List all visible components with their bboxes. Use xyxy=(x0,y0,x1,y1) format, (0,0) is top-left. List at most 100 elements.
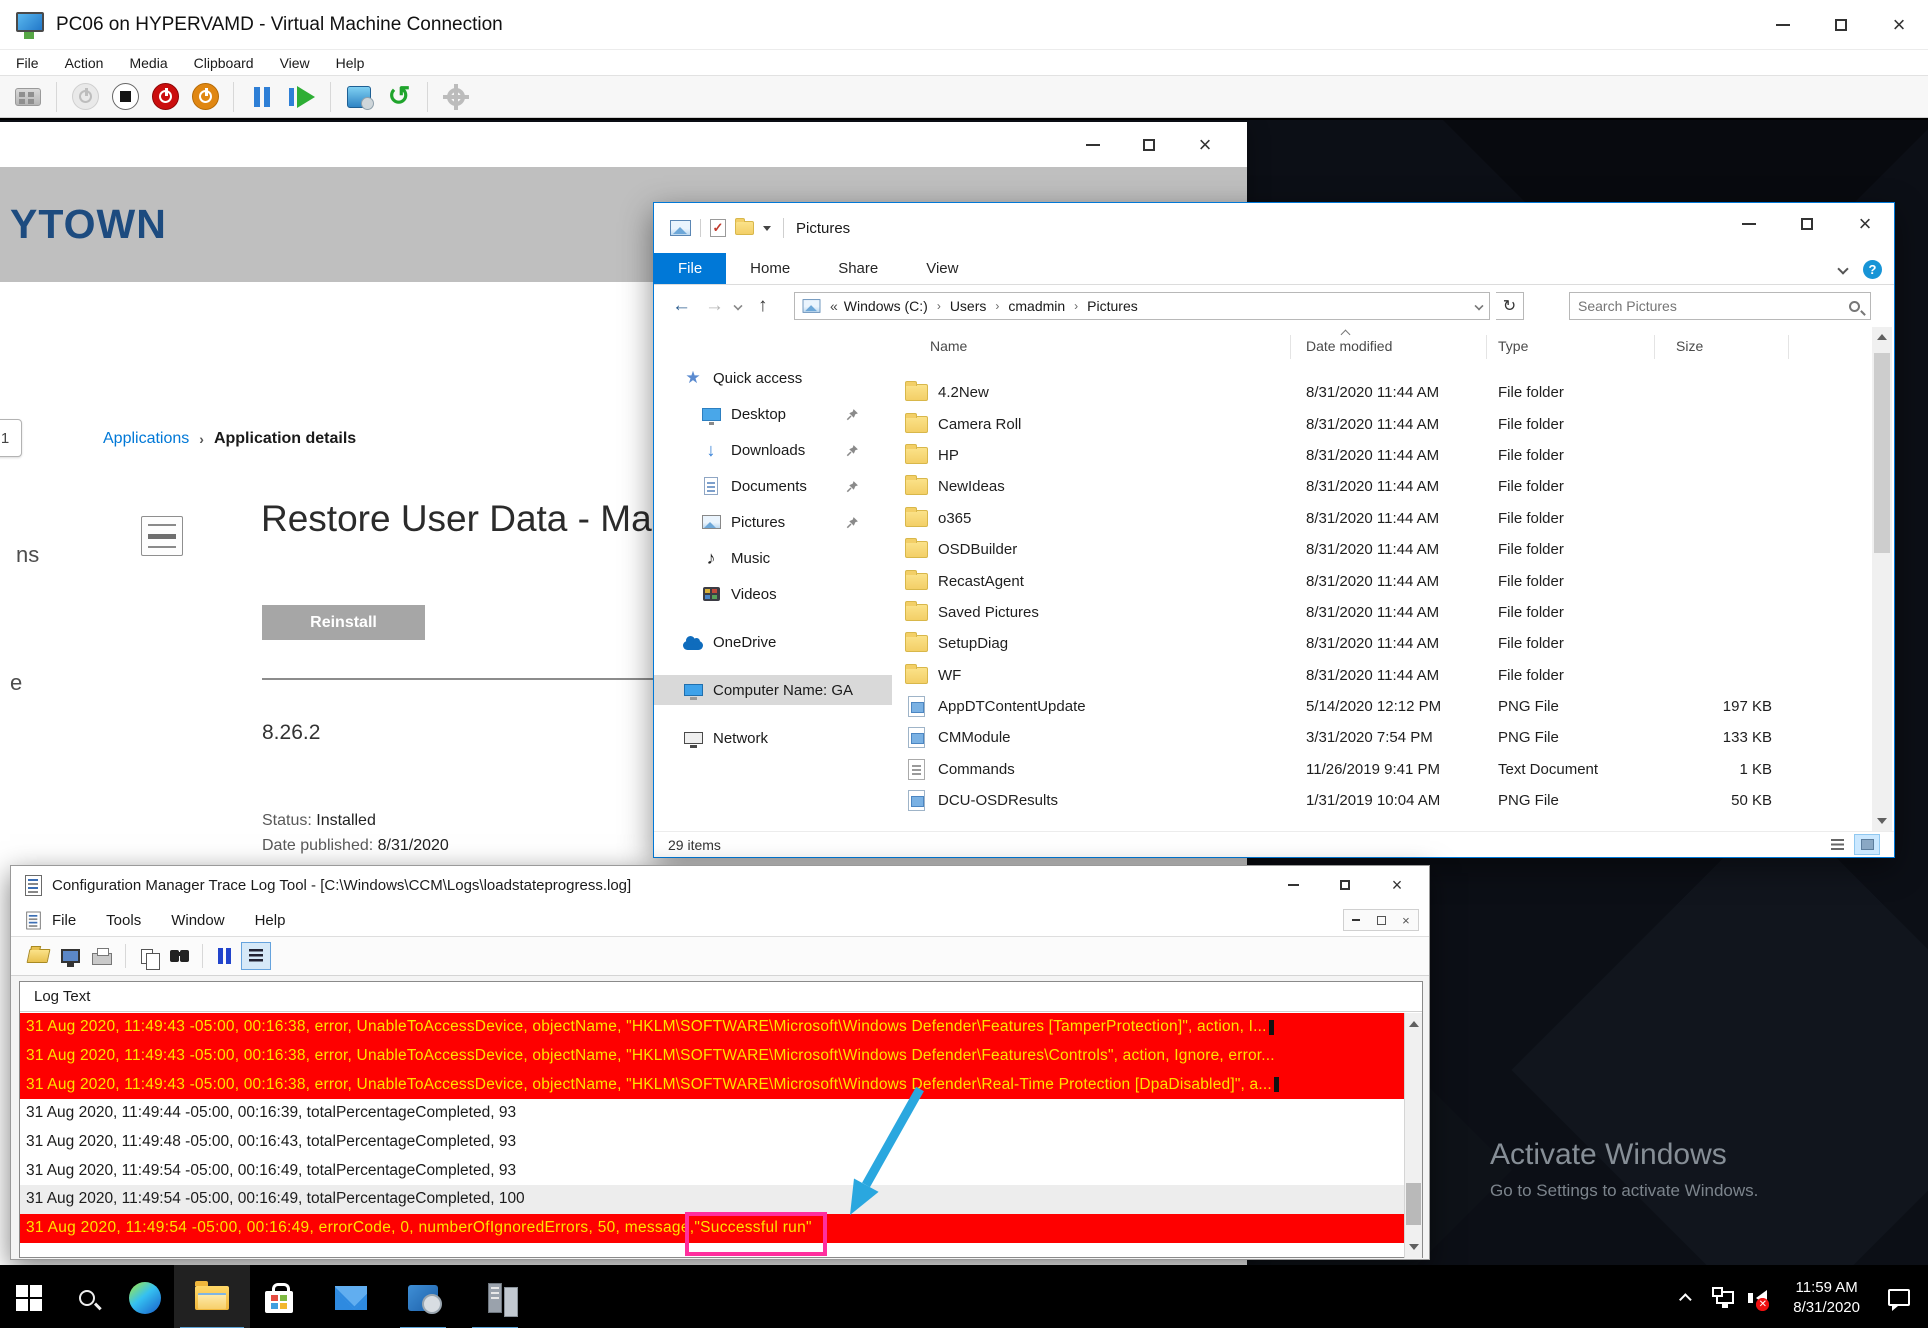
help-icon[interactable]: ? xyxy=(1863,260,1882,279)
shut-down-icon[interactable] xyxy=(188,80,222,114)
scroll-down-icon[interactable] xyxy=(1877,818,1887,824)
vm-maximize-button[interactable] xyxy=(1812,0,1870,50)
log-minimize-button[interactable] xyxy=(1267,866,1319,904)
mdi-window-controls[interactable]: × xyxy=(1343,909,1419,931)
sidebar-item-pictures[interactable]: Pictures xyxy=(654,507,892,537)
sidebar-item-quick-access[interactable]: ★ Quick access xyxy=(654,363,892,393)
open-icon[interactable] xyxy=(23,942,53,970)
search-box[interactable] xyxy=(1569,292,1871,320)
checkpoint-icon[interactable] xyxy=(342,80,376,114)
log-menu-tools[interactable]: Tools xyxy=(106,912,141,929)
taskbar-server-button[interactable] xyxy=(466,1265,524,1328)
file-row[interactable]: Camera Roll8/31/2020 11:44 AMFile folder xyxy=(894,408,1872,439)
log-row[interactable]: 31 Aug 2020, 11:49:54 -05:00, 00:16:49, … xyxy=(20,1156,1404,1185)
ctrl-alt-del-icon[interactable] xyxy=(11,80,45,114)
file-row[interactable]: WF8/31/2020 11:44 AMFile folder xyxy=(894,660,1872,691)
find-icon[interactable] xyxy=(164,942,194,970)
sidebar-item-music[interactable]: ♪ Music xyxy=(654,543,892,573)
crumb-pictures[interactable]: Pictures xyxy=(1087,298,1138,314)
list-view-button[interactable] xyxy=(1824,834,1850,855)
sidebar-item-onedrive[interactable]: OneDrive xyxy=(654,627,892,657)
vm-minimize-button[interactable] xyxy=(1754,0,1812,50)
column-type[interactable]: Type xyxy=(1498,338,1528,354)
pause-icon[interactable] xyxy=(245,80,279,114)
explorer-maximize-button[interactable] xyxy=(1778,203,1836,245)
sidebar-item-network[interactable]: Network xyxy=(654,723,892,753)
tab-share[interactable]: Share xyxy=(814,253,902,284)
file-row[interactable]: AppDTContentUpdate5/14/2020 12:12 PMPNG … xyxy=(894,691,1872,722)
address-bar[interactable]: « Windows (C:) › Users › cmadmin › Pictu… xyxy=(794,292,1490,320)
explorer-minimize-button[interactable] xyxy=(1720,203,1778,245)
log-row-success[interactable]: 31 Aug 2020, 11:49:54 -05:00, 00:16:49, … xyxy=(20,1214,1404,1243)
properties-icon[interactable]: ✓ xyxy=(710,219,726,237)
scrollbar-thumb[interactable] xyxy=(1406,1183,1421,1225)
vm-menu-view[interactable]: View xyxy=(280,55,310,71)
file-row[interactable]: 4.2New8/31/2020 11:44 AMFile folder xyxy=(894,377,1872,408)
taskbar-software-center-button[interactable] xyxy=(394,1265,452,1328)
sc-maximize-button[interactable] xyxy=(1121,122,1177,167)
tab-view[interactable]: View xyxy=(902,253,982,284)
up-icon[interactable]: ↑ xyxy=(758,295,768,317)
turn-off-icon[interactable] xyxy=(148,80,182,114)
sc-close-button[interactable]: × xyxy=(1177,122,1233,167)
file-row[interactable]: SetupDiag8/31/2020 11:44 AMFile folder xyxy=(894,628,1872,659)
crumb-cmadmin[interactable]: cmadmin xyxy=(1008,298,1065,314)
log-close-button[interactable]: × xyxy=(1371,866,1423,904)
vm-menu-file[interactable]: File xyxy=(16,55,39,71)
refresh-icon[interactable]: ↻ xyxy=(1496,292,1524,320)
tab-home[interactable]: Home xyxy=(726,253,814,284)
log-row[interactable]: 31 Aug 2020, 11:49:48 -05:00, 00:16:43, … xyxy=(20,1128,1404,1157)
taskbar-clock[interactable]: 11:59 AM 8/31/2020 xyxy=(1793,1278,1860,1318)
scroll-up-icon[interactable] xyxy=(1877,334,1887,340)
crumb-windows-c[interactable]: Windows (C:) xyxy=(844,298,928,314)
vm-menu-media[interactable]: Media xyxy=(129,55,167,71)
sidebar-item-desktop[interactable]: Desktop xyxy=(654,399,892,429)
volume-muted-icon[interactable] xyxy=(1756,1290,1767,1306)
log-text-column-header[interactable]: Log Text xyxy=(20,982,1422,1012)
file-row[interactable]: CMModule3/31/2020 7:54 PMPNG File133 KB xyxy=(894,722,1872,753)
taskbar-explorer-button[interactable] xyxy=(174,1265,250,1328)
sidebar-item-documents[interactable]: Documents xyxy=(654,471,892,501)
file-row[interactable]: NewIdeas8/31/2020 11:44 AMFile folder xyxy=(894,471,1872,502)
search-input[interactable] xyxy=(1570,298,1849,314)
column-name[interactable]: Name xyxy=(930,338,967,354)
new-folder-icon[interactable] xyxy=(735,221,754,235)
file-row[interactable]: Commands11/26/2019 9:41 PMText Document1… xyxy=(894,754,1872,785)
taskbar-mail-button[interactable] xyxy=(322,1265,380,1328)
sidebar-item-videos[interactable]: Videos xyxy=(654,579,892,609)
column-size[interactable]: Size xyxy=(1676,338,1703,354)
ribbon-expand-icon[interactable] xyxy=(1837,263,1848,274)
file-row[interactable]: o3658/31/2020 11:44 AMFile folder xyxy=(894,503,1872,534)
log-menu-help[interactable]: Help xyxy=(255,912,286,929)
details-view-button[interactable] xyxy=(1854,834,1880,855)
action-center-icon[interactable] xyxy=(1888,1289,1910,1306)
sc-minimize-button[interactable] xyxy=(1065,122,1121,167)
breadcrumb-applications[interactable]: Applications xyxy=(103,430,189,448)
file-row[interactable]: Saved Pictures8/31/2020 11:44 AMFile fol… xyxy=(894,597,1872,628)
crumb-users[interactable]: Users xyxy=(950,298,987,314)
pause-log-icon[interactable] xyxy=(209,942,239,970)
qat-customize-icon[interactable] xyxy=(763,226,771,231)
tab-file[interactable]: File xyxy=(654,253,726,284)
forward-icon[interactable]: → xyxy=(705,295,724,317)
taskbar-edge-button[interactable] xyxy=(116,1265,174,1328)
log-row-error[interactable]: 31 Aug 2020, 11:49:43 -05:00, 00:16:38, … xyxy=(20,1070,1404,1099)
taskbar-search-button[interactable] xyxy=(58,1265,116,1328)
file-row[interactable]: HP8/31/2020 11:44 AMFile folder xyxy=(894,440,1872,471)
scroll-down-icon[interactable] xyxy=(1409,1244,1419,1250)
log-maximize-button[interactable] xyxy=(1319,866,1371,904)
scroll-up-icon[interactable] xyxy=(1409,1021,1419,1027)
print-icon[interactable] xyxy=(87,942,117,970)
log-scrollbar[interactable] xyxy=(1404,1013,1422,1258)
vm-menu-clipboard[interactable]: Clipboard xyxy=(194,55,254,71)
file-row[interactable]: RecastAgent8/31/2020 11:44 AMFile folder xyxy=(894,565,1872,596)
start-button[interactable] xyxy=(0,1265,58,1328)
tray-expand-icon[interactable] xyxy=(1679,1293,1692,1306)
highlight-view-icon[interactable] xyxy=(241,942,271,970)
error-lookup-icon[interactable] xyxy=(55,942,85,970)
log-row-error[interactable]: 31 Aug 2020, 11:49:43 -05:00, 00:16:38, … xyxy=(20,1042,1404,1071)
network-tray-icon[interactable] xyxy=(1716,1291,1734,1304)
log-row-error[interactable]: 31 Aug 2020, 11:49:43 -05:00, 00:16:38, … xyxy=(20,1013,1404,1042)
file-row[interactable]: OSDBuilder8/31/2020 11:44 AMFile folder xyxy=(894,534,1872,565)
resume-icon[interactable] xyxy=(285,80,319,114)
